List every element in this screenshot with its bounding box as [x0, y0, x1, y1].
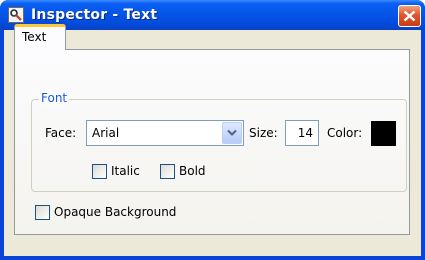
- tab-text[interactable]: Text: [14, 24, 66, 50]
- inspector-app-icon: [8, 7, 24, 23]
- close-icon: [403, 10, 416, 22]
- face-dropdown-button[interactable]: [222, 122, 242, 144]
- color-swatch[interactable]: [371, 121, 396, 146]
- size-input[interactable]: 14: [285, 120, 319, 146]
- bold-label[interactable]: Bold: [179, 164, 206, 178]
- chevron-down-icon: [227, 129, 237, 136]
- italic-label[interactable]: Italic: [111, 164, 140, 178]
- face-select[interactable]: Arial: [86, 120, 244, 146]
- face-label: Face:: [45, 126, 77, 140]
- font-group-legend: Font: [39, 91, 70, 105]
- bold-checkbox[interactable]: [160, 164, 175, 179]
- face-select-value: Arial: [92, 126, 120, 140]
- color-label: Color:: [327, 126, 363, 140]
- opaque-background-label[interactable]: Opaque Background: [54, 205, 176, 219]
- inspector-window: Inspector - Text Text Font Face: Arial S…: [0, 0, 425, 260]
- opaque-background-checkbox[interactable]: [35, 205, 50, 220]
- italic-checkbox[interactable]: [92, 164, 107, 179]
- size-label: Size:: [249, 126, 278, 140]
- tab-text-label: Text: [22, 30, 47, 44]
- close-button[interactable]: [398, 5, 421, 27]
- window-title: Inspector - Text: [31, 7, 158, 23]
